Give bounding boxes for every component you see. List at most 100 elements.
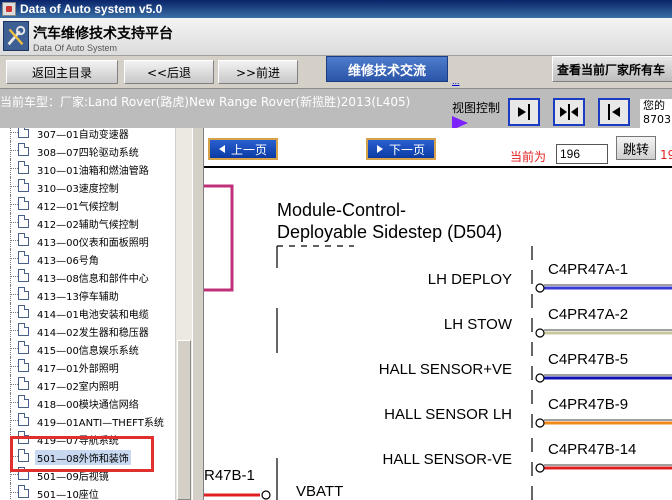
home-button[interactable]: 返回主目录	[6, 60, 118, 84]
tree-item-label: 417—02室内照明	[37, 382, 119, 393]
tree-item[interactable]: 415—00信息娱乐系统	[0, 339, 175, 357]
forum-button[interactable]: 维修技术交流	[326, 56, 448, 82]
pin-row: HALL SENSOR LH C4PR47B-9	[384, 396, 672, 428]
document-icon	[18, 143, 29, 156]
tree-item-label: 310—01油箱和燃油管路	[37, 166, 149, 177]
document-icon	[18, 431, 29, 444]
total-pages: 19	[660, 148, 672, 162]
tree-item[interactable]: 501—09后视镜	[0, 465, 175, 483]
tree-item-label: 307—01自动变速器	[37, 130, 129, 141]
app-icon	[2, 2, 16, 16]
nav-bar: 返回主目录 <<后退 >>前进 维修技术交流 ... 查看当前厂家所有车	[0, 56, 672, 86]
tree-item-label: 415—00信息娱乐系统	[37, 346, 139, 357]
module-title-line-1: Module-Control-	[277, 200, 406, 220]
document-icon	[18, 269, 29, 282]
view-all-models-button[interactable]: 查看当前厂家所有车	[552, 56, 672, 82]
arrows-split-icon	[560, 104, 578, 120]
tree-item-label: 310—03速度控制	[37, 184, 119, 195]
page-number-input[interactable]	[556, 144, 608, 164]
connector-label: C4PR47B-5	[548, 351, 628, 368]
tree-branch	[10, 366, 18, 367]
next-page-button[interactable]: 下一页	[366, 138, 436, 160]
tree-item[interactable]: 413—06号角	[0, 249, 175, 267]
tree-item[interactable]: 310—01油箱和燃油管路	[0, 159, 175, 177]
go-page-button[interactable]: 跳转	[616, 136, 656, 160]
tree-branch	[10, 312, 18, 313]
document-icon	[18, 395, 29, 408]
connector-label: C4PR47B-9	[548, 396, 628, 413]
tree-item[interactable]: 308—07四轮驱动系统	[0, 141, 175, 159]
tree-item[interactable]: 414—01电池安装和电缆	[0, 303, 175, 321]
tree-scrollbar[interactable]	[175, 128, 192, 500]
tree-item-label: 412—01气候控制	[37, 202, 119, 213]
tree-branch	[10, 150, 18, 151]
forum-link[interactable]: ...	[452, 76, 460, 86]
tree-item[interactable]: 412—02辅助气候控制	[0, 213, 175, 231]
prev-page-label: 上一页	[230, 142, 267, 157]
info-bar: 当前车型：厂家:Land Rover(路虎)New Range Rover(新揽…	[0, 88, 672, 130]
tree-item[interactable]: 419—01ANTI—THEFT系统	[0, 411, 175, 429]
pin-label: HALL SENSOR LH	[384, 406, 512, 423]
back-button[interactable]: <<后退	[124, 60, 214, 84]
tree-item-label: 419—07导航系统	[37, 436, 119, 447]
tree-branch	[10, 474, 18, 475]
pin-label: HALL SENSOR+VE	[379, 361, 512, 378]
prev-page-button[interactable]: 上一页	[208, 138, 278, 160]
document-icon	[18, 377, 29, 390]
pin-label: HALL SENSOR-VE	[383, 451, 513, 468]
app-window: Data of Auto system v5.0 汽车维修技术支持平台 Data…	[0, 0, 672, 500]
current-vehicle: 当前车型：厂家:Land Rover(路虎)New Range Rover(新揽…	[0, 95, 411, 109]
wiring-diagram-svg: Module-Control- Deployable Sidestep (D50…	[204, 184, 672, 500]
module-title-line-2: Deployable Sidestep (D504)	[277, 222, 502, 242]
document-icon	[18, 341, 29, 354]
tree-item[interactable]: 307—01自动变速器	[0, 128, 175, 141]
current-page-label: 当前为	[510, 150, 547, 164]
tree-item[interactable]: 417—01外部照明	[0, 357, 175, 375]
tree-branch	[10, 402, 18, 403]
tree-item[interactable]: 419—07导航系统	[0, 429, 175, 447]
tree-item[interactable]: 412—01气候控制	[0, 195, 175, 213]
pin-group: LH DEPLOY C4PR47A-1 LH STOW C4PR47A-2 HALL S…	[379, 261, 672, 473]
expand-left-button[interactable]	[598, 98, 630, 126]
view-control-label: 视图控制	[452, 101, 501, 115]
tree-item[interactable]: 414—02发生器和稳压器	[0, 321, 175, 339]
document-icon	[18, 128, 29, 138]
greeting-line-2: 8703	[643, 113, 671, 126]
pin-row: HALL SENSOR-VE C4PR47B-14	[383, 441, 672, 473]
tree-item[interactable]: 413—13停车辅助	[0, 285, 175, 303]
tree-branch	[10, 204, 18, 205]
arrow-left-bar-icon	[608, 104, 620, 120]
tree-item-label: 412—02辅助气候控制	[37, 220, 139, 231]
tree-item[interactable]: 501—10座位	[0, 483, 175, 500]
pane-splitter[interactable]	[192, 128, 204, 500]
connector-label: C4PR47A-1	[548, 261, 628, 278]
tree-scrollbar-thumb[interactable]	[177, 340, 191, 500]
tree-branch	[10, 456, 18, 457]
tree-item[interactable]: 417—02室内照明	[0, 375, 175, 393]
tree-branch	[10, 132, 18, 133]
vbatt-wire	[204, 490, 271, 500]
chapter-tree[interactable]: 307—01自动变速器 308—07四轮驱动系统 310—01油箱和燃油管路 310—…	[0, 128, 192, 500]
tree-item[interactable]: 418—00模块通信网络	[0, 393, 175, 411]
document-icon	[18, 215, 29, 228]
tree-item-label: 501—08外饰和装饰	[35, 450, 131, 465]
tree-branch	[10, 276, 18, 277]
forward-button[interactable]: >>前进	[218, 60, 298, 84]
tree-item[interactable]: 413—08信息和部件中心	[0, 267, 175, 285]
tree-item-label: 308—07四轮驱动系统	[37, 148, 139, 159]
tree-branch	[10, 330, 18, 331]
tree-branch	[10, 420, 18, 421]
vbatt-pin-label: VBATT	[296, 483, 343, 500]
tree-item[interactable]: 413—00仪表和面板照明	[0, 231, 175, 249]
document-icon	[18, 233, 29, 246]
title-bar[interactable]: Data of Auto system v5.0	[0, 0, 672, 18]
tree-item[interactable]: 501—08外饰和装饰	[0, 447, 175, 465]
tree-branch	[10, 348, 18, 349]
tree-item[interactable]: 310—03速度控制	[0, 177, 175, 195]
split-view-button[interactable]	[553, 98, 585, 126]
pin-terminal	[535, 328, 545, 338]
tree-item-label: 501—09后视镜	[37, 472, 109, 483]
connector-label: C4PR47A-2	[548, 306, 628, 323]
pin-terminal	[535, 463, 545, 473]
expand-right-button[interactable]	[508, 98, 540, 126]
